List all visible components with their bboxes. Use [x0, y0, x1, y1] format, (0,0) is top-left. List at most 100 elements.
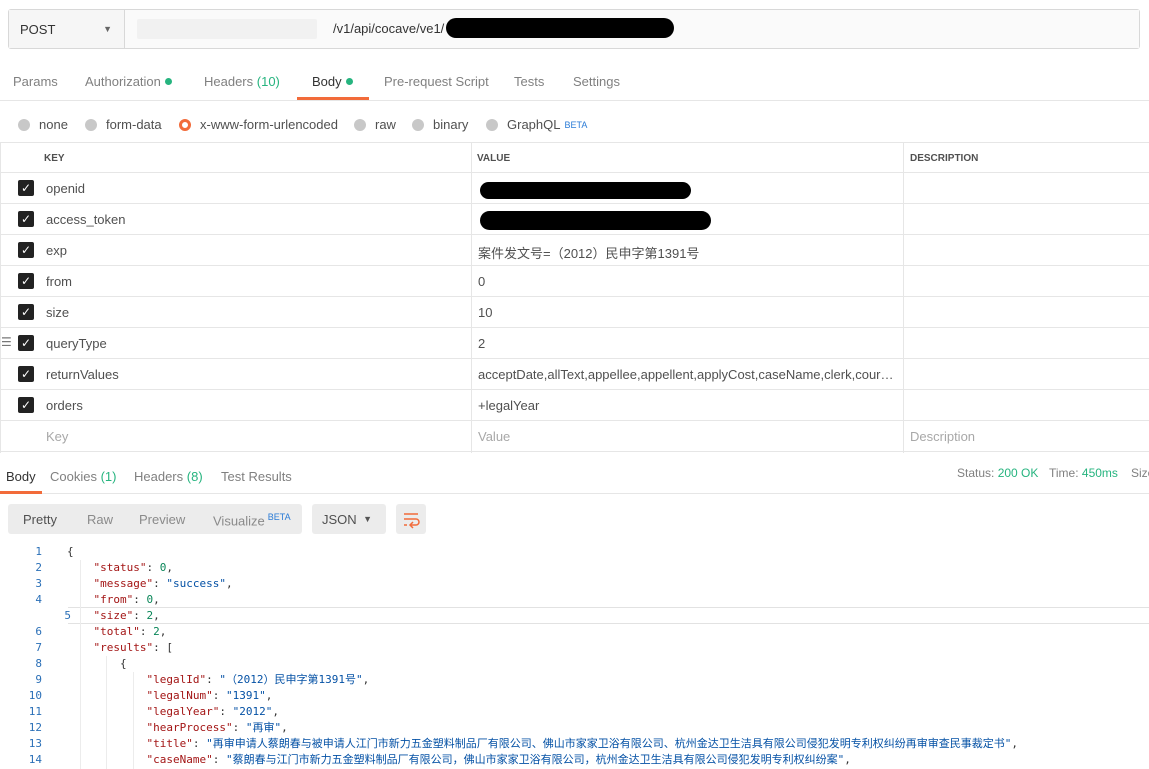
param-value[interactable]: 2 — [478, 336, 896, 351]
format-select[interactable]: JSON ▼ — [312, 504, 386, 534]
wrap-lines-icon — [396, 504, 426, 534]
redaction-mark — [446, 18, 674, 38]
column-header-description: DESCRIPTION — [910, 153, 978, 164]
tab-params[interactable]: Params — [13, 74, 58, 89]
method-select[interactable]: POST ▼ — [9, 10, 125, 48]
wrap-lines-button[interactable] — [396, 504, 426, 534]
tab-settings[interactable]: Settings — [573, 74, 620, 89]
code-line: 12"hearProcess": "再审", — [0, 720, 1149, 736]
param-key[interactable]: queryType — [46, 336, 107, 351]
tab-tests[interactable]: Tests — [514, 74, 544, 89]
param-value[interactable]: +legalYear — [478, 398, 896, 413]
tab-response-headers[interactable]: Headers (8) — [134, 469, 203, 484]
code-text[interactable]: { — [67, 544, 74, 560]
new-value-input[interactable]: Value — [478, 429, 896, 444]
code-text[interactable]: "legalYear": "2012", — [147, 704, 279, 720]
radio-raw[interactable]: raw — [354, 117, 396, 132]
tab-test-results[interactable]: Test Results — [221, 469, 292, 484]
radio-x-www-form-urlencoded[interactable]: x-www-form-urlencoded — [179, 117, 338, 132]
redacted-host — [137, 19, 317, 39]
active-tab-indicator — [297, 97, 369, 100]
table-row: ✓ size 10 — [0, 297, 1149, 328]
param-value[interactable]: 10 — [478, 305, 896, 320]
view-raw-button[interactable]: Raw — [87, 512, 113, 527]
row-checkbox[interactable]: ✓ — [18, 366, 34, 382]
code-text[interactable]: "message": "success", — [94, 576, 233, 592]
param-value[interactable]: acceptDate,allText,appellee,appellent,ap… — [478, 367, 896, 382]
code-text[interactable]: "hearProcess": "再审", — [147, 720, 288, 736]
line-number: 4 — [12, 592, 42, 608]
new-key-input[interactable]: Key — [46, 429, 68, 444]
code-line: 5"size": 2, — [68, 607, 1149, 624]
code-line: 7"results": [ — [0, 640, 1149, 656]
row-checkbox[interactable]: ✓ — [18, 397, 34, 413]
code-line: 6 "total": 2, — [0, 624, 1149, 640]
code-text[interactable]: { — [120, 656, 127, 672]
column-header-value: VALUE — [477, 153, 895, 164]
tab-count: (10) — [257, 74, 280, 89]
row-checkbox[interactable]: ✓ — [18, 180, 34, 196]
code-text[interactable]: "from": 0, — [94, 592, 160, 608]
response-time: Time: 450ms — [1049, 466, 1118, 480]
tab-cookies[interactable]: Cookies (1) — [50, 469, 116, 484]
row-checkbox[interactable]: ✓ — [18, 242, 34, 258]
indent-guide — [106, 656, 107, 769]
line-number: 5 — [41, 608, 71, 624]
tab-response-body[interactable]: Body — [6, 469, 36, 484]
view-pretty-button[interactable]: Pretty — [23, 512, 57, 527]
code-line: 4 "from": 0, — [0, 592, 1149, 608]
code-text[interactable]: "legalNum": "1391", — [147, 688, 273, 704]
code-line: 11 "legalYear": "2012", — [0, 704, 1149, 720]
column-header-key: KEY — [44, 153, 65, 164]
code-text[interactable]: "results": [ — [94, 640, 173, 656]
tab-authorization[interactable]: Authorization — [85, 74, 172, 89]
line-number: 14 — [12, 752, 42, 768]
drag-handle-icon[interactable]: ☰ — [1, 336, 12, 348]
code-text[interactable]: "legalId": "（2012）民申字第1391号", — [147, 672, 370, 688]
code-text[interactable]: "size": 2, — [94, 608, 160, 624]
code-line: 14 "caseName": "蔡朗春与江门市新力五金塑料制品厂有限公司，佛山市家… — [0, 752, 1149, 768]
line-number: 2 — [12, 560, 42, 576]
row-checkbox[interactable]: ✓ — [18, 273, 34, 289]
line-number: 3 — [12, 576, 42, 592]
method-label: POST — [20, 22, 55, 37]
url-path: /v1/api/cocave/ve1/ — [333, 21, 444, 36]
code-text[interactable]: "caseName": "蔡朗春与江门市新力五金塑料制品厂有限公司，佛山市家家卫… — [147, 752, 851, 768]
radio-none[interactable]: none — [18, 117, 68, 132]
indent-guide — [133, 672, 134, 769]
radio-form-data[interactable]: form-data — [85, 117, 162, 132]
code-line: 9 "legalId": "（2012）民申字第1391号", — [0, 672, 1149, 688]
new-description-input[interactable]: Description — [910, 429, 975, 444]
param-key[interactable]: orders — [46, 398, 83, 413]
tab-headers[interactable]: Headers (10) — [204, 74, 280, 89]
param-key[interactable]: from — [46, 274, 72, 289]
code-line: 1{ — [0, 544, 1149, 560]
view-visualize-button[interactable]: VisualizeBETA — [213, 512, 291, 528]
radio-binary[interactable]: binary — [412, 117, 468, 132]
line-number: 11 — [12, 704, 42, 720]
code-line: 2 "status": 0, — [0, 560, 1149, 576]
line-number: 6 — [12, 624, 42, 640]
param-key[interactable]: exp — [46, 243, 67, 258]
tab-pre-request-script[interactable]: Pre-request Script — [384, 74, 489, 89]
redaction-mark — [480, 182, 691, 199]
param-key[interactable]: openid — [46, 181, 85, 196]
row-checkbox[interactable]: ✓ — [18, 335, 34, 351]
code-text[interactable]: "status": 0, — [94, 560, 173, 576]
param-key[interactable]: returnValues — [46, 367, 119, 382]
view-preview-button[interactable]: Preview — [139, 512, 185, 527]
body-type-selector: none form-data x-www-form-urlencoded raw… — [0, 101, 1149, 143]
code-text[interactable]: "total": 2, — [94, 624, 167, 640]
param-value[interactable]: 案件发文号=（2012）民申字第1391号 — [478, 243, 896, 262]
param-key[interactable]: access_token — [46, 212, 126, 227]
radio-graphql[interactable]: GraphQLBETA — [486, 117, 587, 132]
line-number: 9 — [12, 672, 42, 688]
tab-count: (8) — [187, 469, 203, 484]
param-key[interactable]: size — [46, 305, 69, 320]
code-text[interactable]: "title": "再审申请人蔡朗春与被申请人江门市新力五金塑料制品厂有限公司、… — [147, 736, 1018, 752]
param-value[interactable]: 0 — [478, 274, 896, 289]
radio-icon — [354, 119, 366, 131]
row-checkbox[interactable]: ✓ — [18, 211, 34, 227]
row-checkbox[interactable]: ✓ — [18, 304, 34, 320]
tab-body[interactable]: Body — [312, 74, 353, 89]
